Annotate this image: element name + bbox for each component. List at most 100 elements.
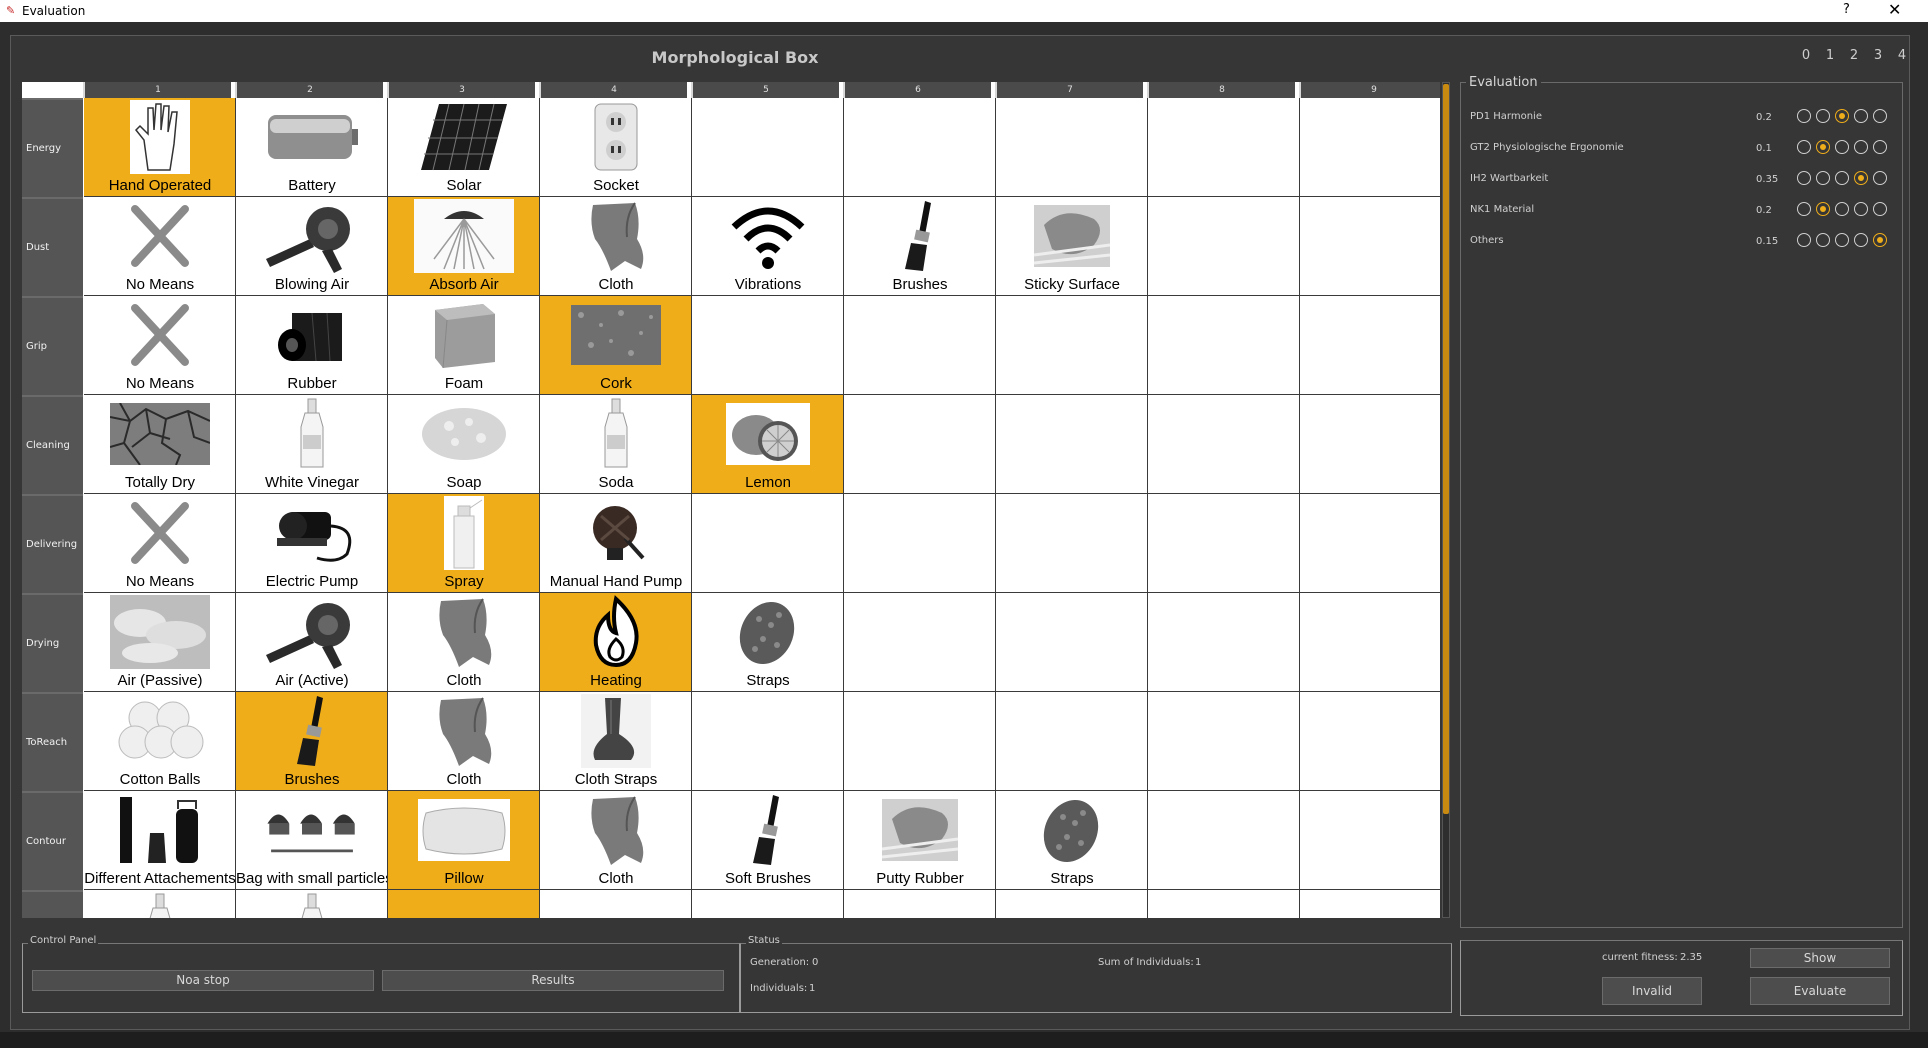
rating-radio[interactable] xyxy=(1816,109,1830,123)
noa-stop-button[interactable]: Noa stop xyxy=(32,970,374,991)
grid-cell[interactable] xyxy=(1148,296,1300,395)
grid-cell[interactable] xyxy=(996,692,1148,791)
grid-cell[interactable]: Soap xyxy=(388,395,540,494)
grid-cell[interactable]: Vibrations xyxy=(692,197,844,296)
grid-cell[interactable]: Cloth xyxy=(388,593,540,692)
rating-radio[interactable] xyxy=(1816,171,1830,185)
rating-radio[interactable] xyxy=(1854,109,1868,123)
rating-radio[interactable] xyxy=(1835,233,1849,247)
rating-radio[interactable] xyxy=(1797,109,1811,123)
show-button[interactable]: Show xyxy=(1750,948,1890,968)
grid-cell[interactable] xyxy=(844,593,996,692)
rating-radio[interactable] xyxy=(1797,202,1811,216)
grid-cell[interactable] xyxy=(692,692,844,791)
rating-radio[interactable] xyxy=(1835,109,1849,123)
grid-cell[interactable] xyxy=(1300,296,1440,395)
grid-cell[interactable] xyxy=(844,296,996,395)
rating-radio[interactable] xyxy=(1797,171,1811,185)
grid-cell[interactable]: Putty Rubber xyxy=(844,791,996,890)
grid-cell[interactable] xyxy=(844,494,996,593)
grid-cell[interactable]: Pillow xyxy=(388,791,540,890)
grid-cell[interactable] xyxy=(84,890,236,918)
grid-cell[interactable]: Battery xyxy=(236,98,388,197)
grid-cell[interactable]: No Means xyxy=(84,296,236,395)
grid-cell[interactable]: Soft Brushes xyxy=(692,791,844,890)
grid-cell[interactable]: Straps xyxy=(692,593,844,692)
invalid-button[interactable]: Invalid xyxy=(1602,977,1702,1005)
grid-cell[interactable] xyxy=(692,98,844,197)
grid-cell[interactable] xyxy=(1300,791,1440,890)
grid-cell[interactable] xyxy=(1300,890,1440,918)
rating-radio[interactable] xyxy=(1873,109,1887,123)
rating-radio[interactable] xyxy=(1854,140,1868,154)
rating-radio[interactable] xyxy=(1816,233,1830,247)
grid-cell[interactable]: Totally Dry xyxy=(84,395,236,494)
rating-radio[interactable] xyxy=(1816,140,1830,154)
rating-radio[interactable] xyxy=(1797,140,1811,154)
grid-cell[interactable]: Cork xyxy=(540,296,692,395)
grid-cell[interactable] xyxy=(996,593,1148,692)
grid-cell[interactable] xyxy=(692,296,844,395)
grid-cell[interactable] xyxy=(996,494,1148,593)
grid-cell[interactable] xyxy=(1148,98,1300,197)
grid-cell[interactable] xyxy=(844,395,996,494)
grid-cell[interactable]: Cloth Straps xyxy=(540,692,692,791)
rating-radio[interactable] xyxy=(1835,202,1849,216)
grid-cell[interactable]: Manual Hand Pump xyxy=(540,494,692,593)
grid-cell[interactable]: Blowing Air xyxy=(236,197,388,296)
grid-cell[interactable]: Socket xyxy=(540,98,692,197)
grid-cell[interactable] xyxy=(996,296,1148,395)
grid-cell[interactable]: Spray xyxy=(388,494,540,593)
grid-cell[interactable] xyxy=(388,890,540,918)
grid-cell[interactable] xyxy=(1148,395,1300,494)
rating-radio[interactable] xyxy=(1873,171,1887,185)
grid-cell[interactable]: Soda xyxy=(540,395,692,494)
grid-cell[interactable]: Cloth xyxy=(540,197,692,296)
grid-cell[interactable]: Bag with small particles xyxy=(236,791,388,890)
grid-cell[interactable] xyxy=(1148,890,1300,918)
rating-radio[interactable] xyxy=(1816,202,1830,216)
grid-cell[interactable]: Air (Active) xyxy=(236,593,388,692)
grid-cell[interactable] xyxy=(236,890,388,918)
rating-radio[interactable] xyxy=(1854,233,1868,247)
grid-cell[interactable]: Heating xyxy=(540,593,692,692)
grid-cell[interactable]: Cotton Balls xyxy=(84,692,236,791)
rating-radio[interactable] xyxy=(1854,202,1868,216)
grid-scrollbar-thumb[interactable] xyxy=(1443,84,1449,814)
rating-radio[interactable] xyxy=(1835,140,1849,154)
grid-cell[interactable]: Cloth xyxy=(388,692,540,791)
grid-cell[interactable] xyxy=(692,890,844,918)
grid-cell[interactable]: Hand Operated xyxy=(84,98,236,197)
help-button[interactable]: ? xyxy=(1843,2,1850,17)
grid-cell[interactable] xyxy=(1300,98,1440,197)
grid-cell[interactable]: Sticky Surface xyxy=(996,197,1148,296)
grid-cell[interactable]: Lemon xyxy=(692,395,844,494)
grid-cell[interactable] xyxy=(1148,692,1300,791)
grid-cell[interactable] xyxy=(996,98,1148,197)
grid-cell[interactable] xyxy=(996,890,1148,918)
rating-radio[interactable] xyxy=(1873,202,1887,216)
grid-cell[interactable]: Rubber xyxy=(236,296,388,395)
grid-cell[interactable] xyxy=(844,692,996,791)
grid-cell[interactable] xyxy=(540,890,692,918)
grid-cell[interactable]: Different Attachements xyxy=(84,791,236,890)
grid-cell[interactable]: Absorb Air xyxy=(388,197,540,296)
grid-cell[interactable]: Foam xyxy=(388,296,540,395)
close-button[interactable]: ✕ xyxy=(1888,0,1901,19)
grid-cell[interactable]: No Means xyxy=(84,197,236,296)
grid-cell[interactable]: Cloth xyxy=(540,791,692,890)
grid-cell[interactable] xyxy=(1300,593,1440,692)
grid-cell[interactable] xyxy=(1148,494,1300,593)
grid-cell[interactable] xyxy=(1148,593,1300,692)
evaluate-button[interactable]: Evaluate xyxy=(1750,977,1890,1005)
grid-cell[interactable]: Straps xyxy=(996,791,1148,890)
grid-cell[interactable]: Brushes xyxy=(236,692,388,791)
grid-cell[interactable] xyxy=(692,494,844,593)
rating-radio[interactable] xyxy=(1873,233,1887,247)
grid-cell[interactable] xyxy=(1148,791,1300,890)
grid-cell[interactable]: White Vinegar xyxy=(236,395,388,494)
rating-radio[interactable] xyxy=(1835,171,1849,185)
grid-cell[interactable]: Brushes xyxy=(844,197,996,296)
rating-radio[interactable] xyxy=(1873,140,1887,154)
grid-cell[interactable]: Air (Passive) xyxy=(84,593,236,692)
